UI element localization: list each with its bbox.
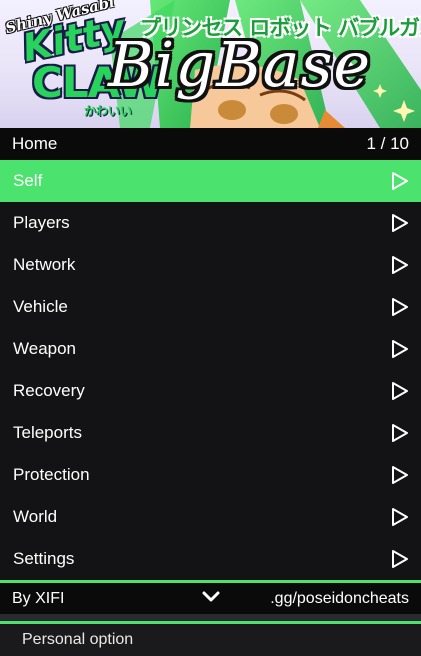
discord-link: .gg/poseidoncheats — [270, 589, 409, 607]
header-title: Home — [12, 134, 58, 153]
play-arrow-icon — [392, 382, 408, 400]
menu-item-label: Players — [13, 213, 70, 232]
menu-item-label: World — [13, 507, 58, 526]
menu-item-world[interactable]: World — [0, 496, 421, 538]
page-counter: 1 / 10 — [366, 134, 409, 153]
description-text: Personal option — [22, 631, 134, 648]
menu-item-weapon[interactable]: Weapon — [0, 328, 421, 370]
menu-item-label: Network — [13, 255, 76, 274]
play-arrow-icon — [392, 214, 408, 232]
menu-item-self[interactable]: Self — [0, 160, 421, 202]
menu-item-network[interactable]: Network — [0, 244, 421, 286]
play-arrow-icon — [392, 508, 408, 526]
play-arrow-icon — [392, 466, 408, 484]
menu-item-players[interactable]: Players — [0, 202, 421, 244]
menu-item-teleports[interactable]: Teleports — [0, 412, 421, 454]
menu-footer: By XIFI .gg/poseidoncheats — [0, 580, 421, 614]
menu-item-settings[interactable]: Settings — [0, 538, 421, 580]
menu-item-label: Protection — [13, 465, 90, 484]
author-label: By XIFI — [12, 589, 65, 607]
menu-item-label: Weapon — [13, 339, 77, 358]
menu-item-recovery[interactable]: Recovery — [0, 370, 421, 412]
play-arrow-icon — [392, 298, 408, 316]
play-arrow-icon — [392, 172, 408, 190]
menu-item-protection[interactable]: Protection — [0, 454, 421, 496]
menu-item-label: Recovery — [13, 381, 85, 400]
chevron-down-icon — [202, 591, 220, 602]
menu-item-vehicle[interactable]: Vehicle — [0, 286, 421, 328]
menu-item-label: Self — [13, 171, 43, 190]
menu-item-label: Vehicle — [13, 297, 68, 316]
menu-banner: Shiny Wasabi Kitty CLAW かわいい プリンセス ロボット … — [0, 0, 421, 128]
menu-header: Home 1 / 10 — [0, 128, 421, 160]
menu-title: BigBase — [108, 28, 372, 101]
play-arrow-icon — [392, 256, 408, 274]
menu-item-label: Teleports — [13, 423, 82, 442]
play-arrow-icon — [392, 340, 408, 358]
option-description: Personal option — [0, 621, 421, 656]
menu-item-label: Settings — [13, 549, 75, 568]
logo-kana: かわいい — [84, 104, 133, 118]
play-arrow-icon — [392, 550, 408, 568]
play-arrow-icon — [392, 424, 408, 442]
menu-list: Self Players Network Vehicle Weapon Reco… — [0, 160, 421, 580]
